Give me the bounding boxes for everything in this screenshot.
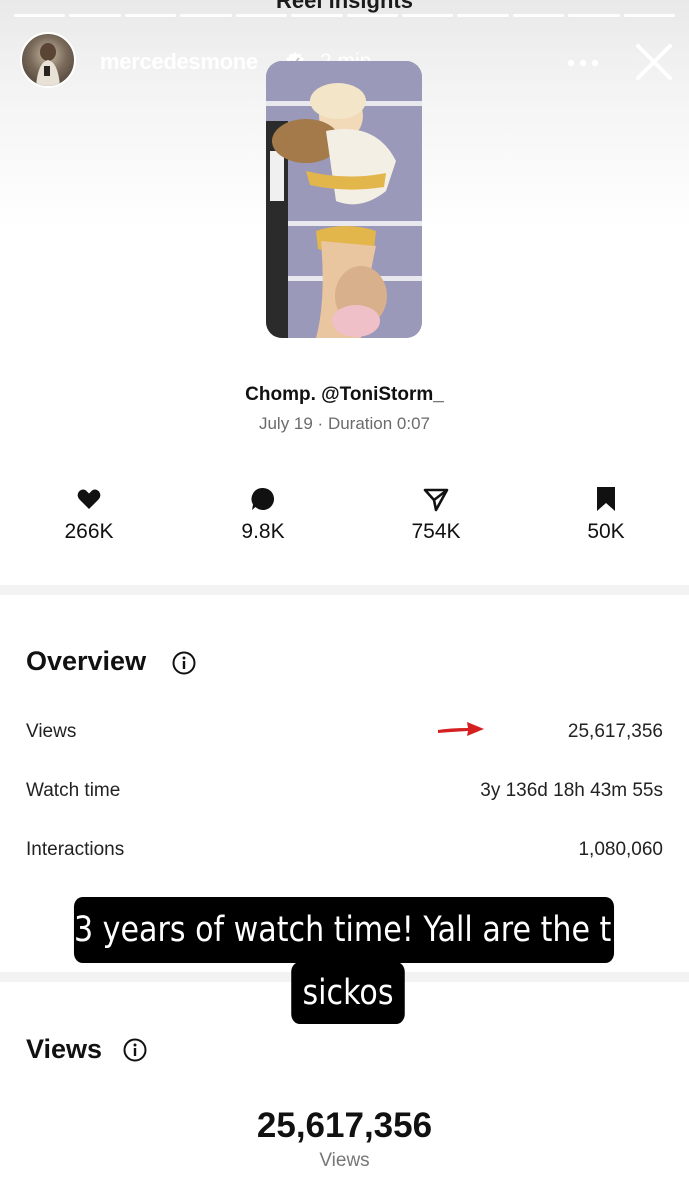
watch-time-row-label: Watch time [26, 780, 121, 801]
story-progress-segment [623, 14, 676, 17]
story-progress-segment [568, 14, 620, 17]
interactions-row-label: Interactions [26, 839, 125, 860]
comments-stat: 9.8K [203, 486, 323, 544]
more-horizontal-icon[interactable] [566, 58, 600, 68]
info-icon[interactable] [123, 1038, 147, 1062]
reel-meta: July 19 · Duration 0:07 [258, 414, 431, 433]
info-icon[interactable] [172, 651, 196, 675]
likes-stat: 266K [29, 486, 149, 544]
story-username[interactable]: mercedesmone [100, 49, 258, 75]
story-progress-segment [180, 14, 232, 17]
story-progress-segment [69, 14, 121, 17]
overview-title: Overview [26, 646, 147, 676]
story-progress-segment [235, 14, 288, 17]
page-title: Reel insights [276, 0, 413, 13]
story-progress-bar [14, 14, 676, 17]
send-icon [423, 488, 449, 512]
views-section-title: Views [26, 1034, 103, 1064]
reel-thumbnail[interactable] [266, 61, 422, 338]
red-arrow-annotation [438, 722, 484, 736]
saves-count: 50K [587, 520, 625, 543]
story-progress-segment [401, 14, 454, 17]
overlay-caption-line-2: sickos [291, 962, 405, 1024]
story-progress-segment [291, 14, 343, 17]
story-progress-segment [512, 14, 565, 17]
heart-icon [77, 489, 101, 509]
views-total-label: Views [319, 1150, 370, 1171]
views-total: 25,617,356 [256, 1106, 433, 1145]
views-row-label: Views [26, 721, 77, 742]
shares-stat: 754K [376, 486, 496, 544]
overlay-caption-line-1: 3 years of watch time! Yall are the true [73, 897, 661, 963]
likes-count: 266K [64, 520, 114, 543]
comment-icon [251, 487, 275, 510]
interactions-row-value: 1,080,060 [578, 839, 663, 860]
story-progress-segment [346, 14, 398, 17]
story-progress-segment [124, 14, 177, 17]
chevron-down-icon[interactable] [618, 0, 646, 6]
comments-count: 9.8K [241, 520, 285, 543]
story-progress-segment [457, 14, 509, 17]
reel-caption: Chomp. @ToniStorm_ [245, 384, 444, 405]
story-progress-segment [14, 14, 66, 17]
views-row-value: 25,617,356 [567, 721, 663, 742]
bookmark-icon [597, 487, 615, 511]
saves-stat: 50K [546, 486, 666, 544]
shares-count: 754K [411, 520, 461, 543]
avatar[interactable] [20, 32, 76, 88]
watch-time-row-value: 3y 136d 18h 43m 55s [480, 780, 663, 801]
section-divider [0, 585, 689, 595]
close-icon[interactable] [634, 42, 674, 82]
